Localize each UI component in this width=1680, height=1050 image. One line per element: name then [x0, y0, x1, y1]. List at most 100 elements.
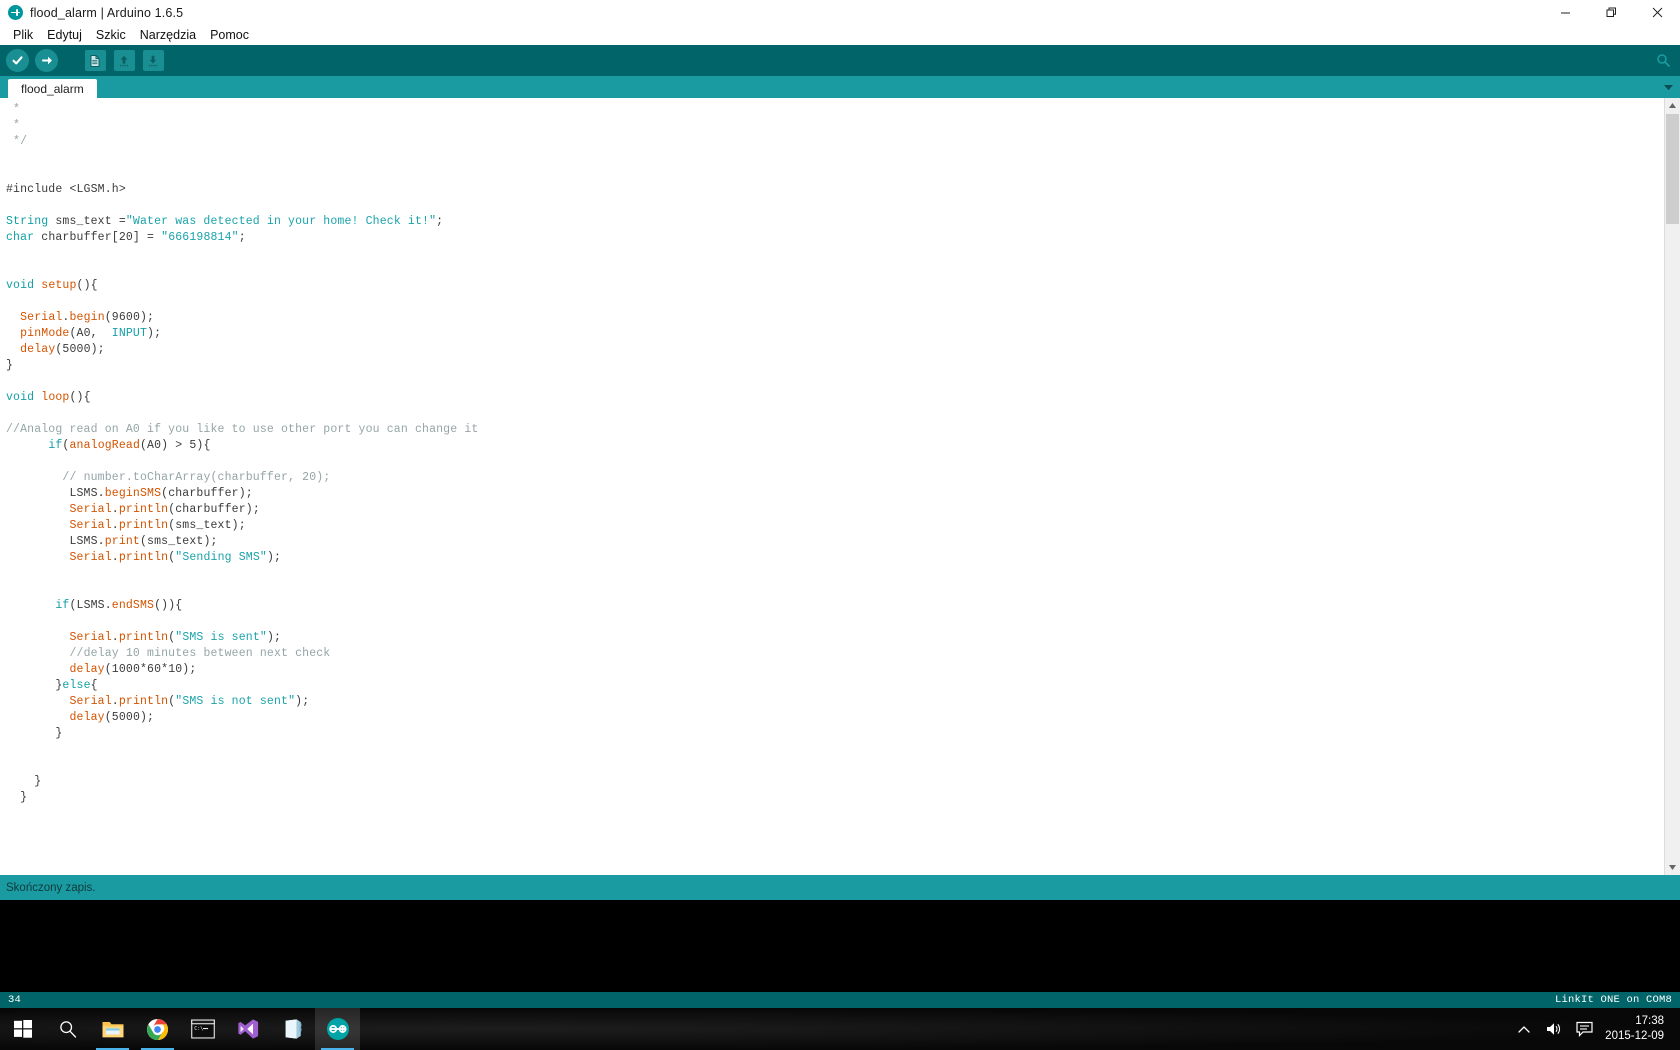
code-line: } — [6, 774, 1664, 790]
console-output[interactable] — [0, 900, 1680, 992]
code-line: } — [6, 790, 1664, 806]
code-token: (A0, — [69, 327, 112, 340]
upload-button[interactable] — [34, 49, 58, 73]
maximize-restore-button[interactable] — [1588, 0, 1634, 25]
code-token: (sms_text); — [139, 535, 218, 548]
open-folder-up-arrow-icon — [113, 50, 135, 71]
title-bar-left: flood_alarm | Arduino 1.6.5 — [0, 5, 183, 20]
code-line: } — [6, 358, 1664, 374]
open-sketch-button[interactable] — [112, 49, 136, 73]
volume-button[interactable] — [1539, 1008, 1569, 1050]
line-number-indicator: 34 — [8, 994, 22, 1006]
code-token: . — [111, 503, 119, 516]
scroll-up-arrow-icon[interactable] — [1665, 98, 1680, 113]
terminal-icon: C:\ — [190, 1019, 215, 1039]
code-token: ; — [238, 231, 246, 244]
code-token: Serial — [69, 631, 112, 644]
magnifier-icon — [1656, 54, 1670, 67]
taskbar-command-prompt[interactable]: C:\ — [180, 1008, 225, 1050]
toolbar — [0, 45, 1680, 76]
code-token: charbuffer[20] = — [34, 231, 162, 244]
search-button[interactable] — [45, 1008, 90, 1050]
taskbar-arduino-ide[interactable] — [315, 1008, 360, 1050]
window-controls — [1542, 0, 1680, 25]
code-token: print — [104, 535, 140, 548]
svg-text:C:\: C:\ — [194, 1026, 203, 1032]
status-message-bar: Skończony zapis. — [0, 875, 1680, 900]
sketch-tab-bar: flood_alarm — [0, 76, 1680, 98]
code-token: . — [111, 631, 119, 644]
taskbar-visual-studio[interactable] — [225, 1008, 270, 1050]
taskbar-items: C:\ — [0, 1008, 360, 1050]
search-icon — [59, 1021, 76, 1038]
taskbar-onenote[interactable] — [270, 1008, 315, 1050]
save-down-arrow-icon — [142, 50, 164, 71]
menu-item-narzedzia[interactable]: Narzędzia — [133, 27, 203, 43]
save-sketch-button[interactable] — [141, 49, 165, 73]
scrollbar-thumb[interactable] — [1666, 114, 1679, 224]
code-line: Serial.println("SMS is not sent"); — [6, 694, 1664, 710]
serial-monitor-button[interactable] — [1652, 50, 1674, 72]
code-line: delay(1000*60*10); — [6, 662, 1664, 678]
menu-item-edytuj[interactable]: Edytuj — [40, 27, 89, 43]
speaker-icon — [1547, 1023, 1561, 1035]
source-code[interactable]: * * */ #include <LGSM.h> String sms_text… — [0, 98, 1664, 875]
code-token: void — [6, 279, 35, 292]
check-icon — [5, 49, 29, 72]
code-token: (){ — [76, 279, 98, 292]
taskbar-file-explorer[interactable] — [90, 1008, 135, 1050]
windows-logo-icon — [13, 1020, 32, 1038]
code-line: void setup(){ — [6, 278, 1664, 294]
code-token: "666198814" — [161, 231, 239, 244]
action-center-button[interactable] — [1569, 1008, 1599, 1050]
code-token: else — [62, 679, 91, 692]
show-hidden-icons-button[interactable] — [1509, 1008, 1539, 1050]
verify-button[interactable] — [5, 49, 29, 73]
code-token: //Analog read on A0 if you like to use o… — [6, 423, 479, 436]
taskbar-google-chrome[interactable] — [135, 1008, 180, 1050]
system-tray: 17:38 2015-12-09 — [1509, 1008, 1680, 1050]
onenote-icon — [285, 1019, 301, 1039]
code-token: "SMS is sent" — [175, 631, 267, 644]
start-button[interactable] — [0, 1008, 45, 1050]
code-token: begin — [69, 311, 105, 324]
code-token: loop — [41, 391, 70, 404]
arduino-logo-icon — [8, 5, 23, 20]
tab-flood-alarm[interactable]: flood_alarm — [8, 79, 97, 98]
code-token: Serial — [20, 311, 63, 324]
code-token: } — [6, 775, 42, 788]
scroll-down-arrow-icon[interactable] — [1665, 860, 1680, 875]
new-sketch-button[interactable] — [83, 49, 107, 73]
taskbar-clock[interactable]: 17:38 2015-12-09 — [1599, 1008, 1674, 1050]
tab-menu-button[interactable] — [1660, 80, 1676, 94]
code-token: * — [6, 119, 21, 132]
window-title: flood_alarm | Arduino 1.6.5 — [30, 5, 184, 20]
code-token: //delay 10 minutes between next check — [69, 647, 331, 660]
menu-bar: Plik Edytuj Szkic Narzędzia Pomoc — [0, 25, 1680, 45]
menu-item-szkic[interactable]: Szkic — [89, 27, 133, 43]
menu-item-pomoc[interactable]: Pomoc — [203, 27, 256, 43]
minimize-button[interactable] — [1542, 0, 1588, 25]
menu-item-plik[interactable]: Plik — [6, 27, 40, 43]
chevron-up-icon — [1518, 1025, 1530, 1033]
code-token: (A0) > 5){ — [140, 439, 211, 452]
toolbar-right-group — [1652, 45, 1674, 76]
code-token: println — [118, 631, 169, 644]
code-token: (charbuffer); — [168, 503, 260, 516]
close-button[interactable] — [1634, 0, 1680, 25]
code-token: "SMS is not sent" — [175, 695, 296, 708]
code-line: Serial.println(sms_text); — [6, 518, 1664, 534]
editor-vertical-scrollbar[interactable] — [1664, 98, 1680, 875]
code-line: // number.toCharArray(charbuffer, 20); — [6, 470, 1664, 486]
